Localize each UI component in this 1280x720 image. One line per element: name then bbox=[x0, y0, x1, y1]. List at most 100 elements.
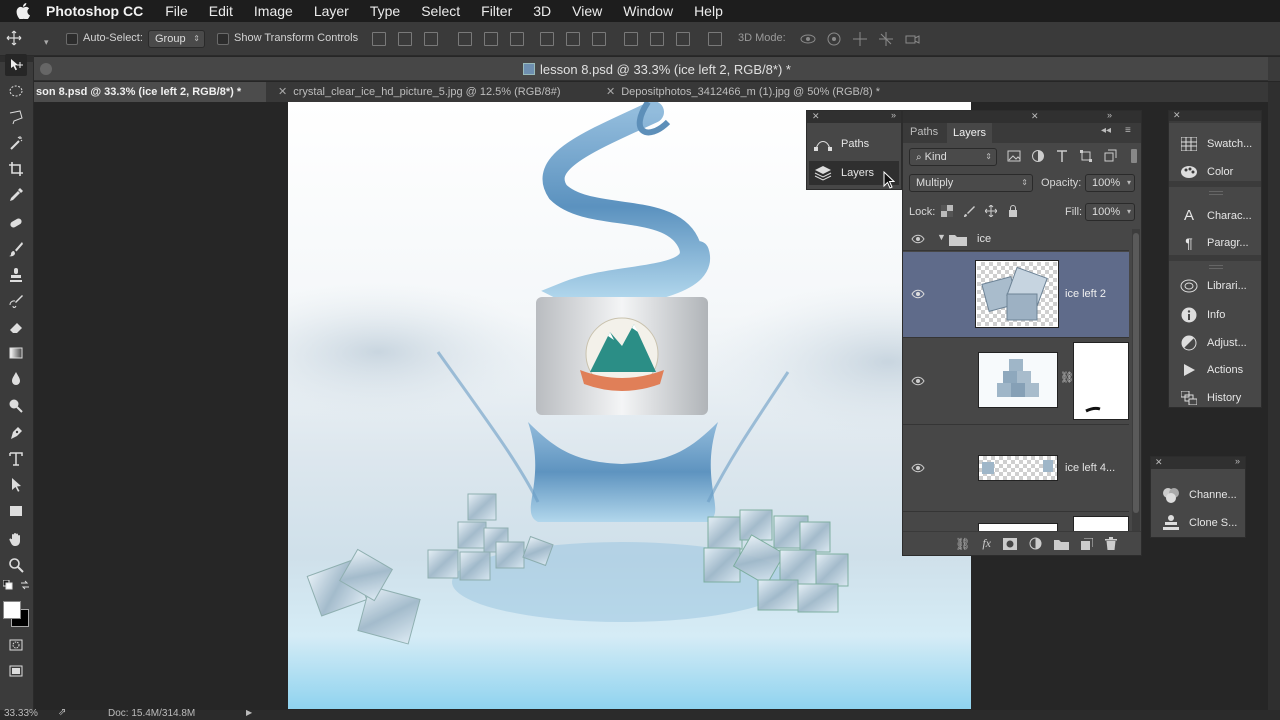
share-icon[interactable]: ⇗ bbox=[58, 707, 66, 718]
3d-roll-icon[interactable] bbox=[826, 31, 842, 47]
app-name[interactable]: Photoshop CC bbox=[46, 3, 143, 19]
distribute-left-icon[interactable] bbox=[624, 32, 638, 46]
align-vcenter-icon[interactable] bbox=[398, 32, 412, 46]
lasso-tool[interactable] bbox=[5, 106, 27, 128]
distribute-hcenter-icon[interactable] bbox=[650, 32, 664, 46]
vertical-scrollbar[interactable] bbox=[1268, 57, 1280, 81]
color-panel-button[interactable]: Color bbox=[1179, 165, 1233, 179]
menu-view[interactable]: View bbox=[572, 3, 602, 19]
filter-type-icon[interactable] bbox=[1055, 149, 1069, 163]
fx-icon[interactable]: fx bbox=[982, 536, 991, 551]
foreground-color-swatch[interactable] bbox=[3, 601, 21, 619]
move-tool[interactable] bbox=[5, 54, 27, 76]
menu-type[interactable]: Type bbox=[370, 3, 400, 19]
pen-tool[interactable] bbox=[5, 422, 27, 444]
menu-window[interactable]: Window bbox=[623, 3, 673, 19]
type-tool[interactable] bbox=[5, 448, 27, 470]
menu-3d[interactable]: 3D bbox=[533, 3, 551, 19]
magic-wand-tool[interactable] bbox=[5, 132, 27, 154]
healing-brush-tool[interactable] bbox=[5, 212, 27, 234]
zoom-tool[interactable] bbox=[5, 554, 27, 576]
expand-arrows-icon[interactable]: » bbox=[1107, 110, 1112, 120]
layer-mask-thumbnail[interactable] bbox=[1073, 342, 1129, 420]
eye-icon[interactable] bbox=[911, 376, 925, 386]
quick-mask-button[interactable] bbox=[5, 634, 27, 656]
screen-mode-button[interactable] bbox=[5, 660, 27, 682]
distribute-right-icon[interactable] bbox=[676, 32, 690, 46]
filter-smart-object-icon[interactable] bbox=[1103, 149, 1117, 163]
lock-all-icon[interactable] bbox=[1007, 205, 1019, 217]
dodge-tool[interactable] bbox=[5, 394, 27, 416]
menu-image[interactable]: Image bbox=[254, 3, 293, 19]
layers-scrollbar[interactable] bbox=[1132, 229, 1140, 531]
layer-row[interactable]: ⛓ bbox=[903, 339, 1129, 425]
tab-layers[interactable]: Layers bbox=[947, 123, 993, 143]
layer-row-partial[interactable] bbox=[903, 513, 1129, 531]
group-grip[interactable] bbox=[1209, 265, 1223, 269]
actions-panel-button[interactable]: Actions bbox=[1179, 363, 1243, 377]
libraries-panel-button[interactable]: Librari... bbox=[1179, 279, 1247, 293]
close-icon[interactable]: ✕ bbox=[1031, 111, 1039, 122]
layer-group-row[interactable]: ▼ ice bbox=[903, 229, 1129, 251]
opacity-field[interactable]: 100% ▾ bbox=[1085, 174, 1135, 192]
trash-icon[interactable] bbox=[1105, 537, 1117, 550]
distribute-bottom-icon[interactable] bbox=[592, 32, 606, 46]
tab-lesson-8[interactable]: son 8.psd @ 33.3% (ice left 2, RGB/8*) * bbox=[34, 82, 266, 102]
close-icon[interactable]: ✕ bbox=[1155, 457, 1163, 468]
swap-colors-icon[interactable] bbox=[20, 580, 30, 590]
brush-tool[interactable] bbox=[5, 238, 27, 260]
collapse-icon[interactable]: ◂◂ bbox=[1101, 125, 1111, 136]
new-group-icon[interactable] bbox=[1054, 538, 1069, 550]
panel-header[interactable]: ✕ » bbox=[807, 110, 901, 123]
paragraph-panel-button[interactable]: ¶ Paragr... bbox=[1179, 235, 1248, 251]
default-colors-icon[interactable] bbox=[3, 580, 13, 590]
marquee-tool[interactable] bbox=[5, 80, 27, 102]
menu-edit[interactable]: Edit bbox=[209, 3, 233, 19]
auto-select-checkbox[interactable] bbox=[66, 33, 78, 45]
new-adjustment-icon[interactable] bbox=[1029, 537, 1042, 550]
align-left-icon[interactable] bbox=[458, 32, 472, 46]
zoom-level[interactable]: 33.33% bbox=[4, 708, 38, 719]
link-layers-icon[interactable]: ⛓ bbox=[955, 537, 970, 551]
fill-field[interactable]: 100% ▾ bbox=[1085, 203, 1135, 221]
history-panel-button[interactable]: History bbox=[1179, 391, 1241, 405]
tab-paths[interactable]: Paths bbox=[910, 126, 938, 138]
auto-select-dropdown[interactable]: Group ⇕ bbox=[148, 30, 205, 48]
3d-orbit-icon[interactable] bbox=[800, 31, 816, 47]
3d-slide-icon[interactable] bbox=[878, 31, 894, 47]
filter-shape-icon[interactable] bbox=[1079, 149, 1093, 163]
history-brush-tool[interactable] bbox=[5, 290, 27, 312]
distribute-vcenter-icon[interactable] bbox=[566, 32, 580, 46]
panel-menu-icon[interactable]: ≡ bbox=[1125, 125, 1131, 136]
blend-mode-dropdown[interactable]: Multiply ⇕ bbox=[909, 174, 1033, 192]
close-icon[interactable]: ✕ bbox=[1173, 110, 1181, 121]
path-selection-tool[interactable] bbox=[5, 474, 27, 496]
menu-layer[interactable]: Layer bbox=[314, 3, 349, 19]
eraser-tool[interactable] bbox=[5, 316, 27, 338]
layer-row-selected[interactable]: ice left 2 bbox=[903, 252, 1129, 338]
eye-icon[interactable] bbox=[911, 463, 925, 473]
close-icon[interactable]: ✕ bbox=[278, 86, 287, 98]
panel-header[interactable]: ✕ » bbox=[903, 110, 1141, 123]
blur-tool[interactable] bbox=[5, 368, 27, 390]
move-tool-preset-icon[interactable] bbox=[6, 30, 22, 46]
document-vertical-scrollbar[interactable] bbox=[1268, 82, 1280, 710]
3d-pan-icon[interactable] bbox=[852, 31, 868, 47]
tab-crystal-clear-ice[interactable]: ✕ crystal_clear_ice_hd_picture_5.jpg @ 12… bbox=[270, 82, 586, 102]
expand-arrows-icon[interactable]: » bbox=[1235, 456, 1240, 466]
character-panel-button[interactable]: A Charac... bbox=[1179, 207, 1252, 224]
panel-header[interactable]: ✕ bbox=[1169, 110, 1261, 121]
document-canvas[interactable] bbox=[288, 102, 971, 709]
apple-icon[interactable] bbox=[0, 3, 46, 19]
align-top-icon[interactable] bbox=[372, 32, 386, 46]
auto-align-icon[interactable] bbox=[708, 32, 722, 46]
eyedropper-tool[interactable] bbox=[5, 184, 27, 206]
menu-select[interactable]: Select bbox=[421, 3, 460, 19]
scrollbar-thumb[interactable] bbox=[1133, 233, 1139, 513]
menu-help[interactable]: Help bbox=[694, 3, 723, 19]
disclosure-triangle-icon[interactable]: ▼ bbox=[937, 232, 946, 242]
group-grip[interactable] bbox=[1209, 191, 1223, 195]
info-panel-button[interactable]: Info bbox=[1179, 307, 1225, 323]
swatches-panel-button[interactable]: Swatch... bbox=[1179, 137, 1252, 151]
filter-adjustment-icon[interactable] bbox=[1031, 149, 1045, 163]
